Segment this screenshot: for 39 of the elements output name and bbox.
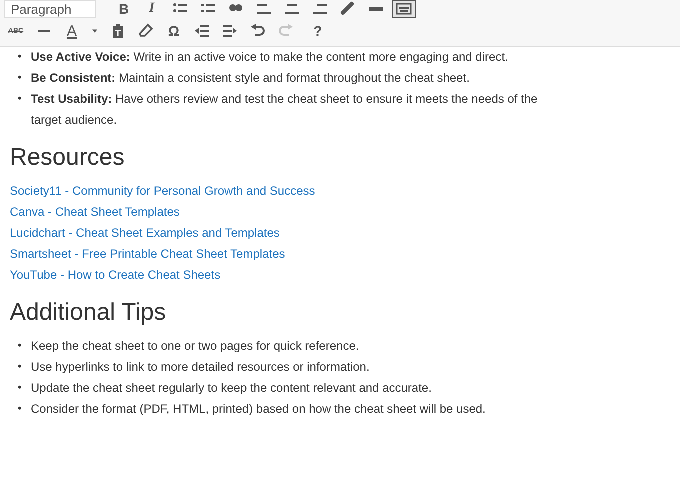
- align-left-icon: [256, 1, 272, 17]
- list-item: Be Consistent: Maintain a consistent style and format throughout the cheat sheet.: [31, 70, 470, 87]
- bullet: •: [18, 381, 23, 396]
- outdent-icon: [194, 23, 210, 39]
- align-center-icon: [284, 1, 300, 17]
- italic-button[interactable]: I: [140, 0, 164, 18]
- horizontal-line-icon: [38, 30, 50, 32]
- indent-icon: [222, 23, 238, 39]
- undo-icon: [250, 23, 266, 39]
- eraser-icon: [138, 23, 154, 39]
- format-dropdown[interactable]: Paragraph: [4, 0, 96, 18]
- list-item: Test Usability: Have others review and test the cheat sheet to ensure it meets the needs of the target audience.: [31, 91, 538, 129]
- list-item: Use Active Voice: Write in an active voice to make the content more engaging and direct.: [31, 49, 508, 66]
- resource-link[interactable]: Lucidchart - Cheat Sheet Examples and Templates: [10, 223, 280, 244]
- list-item: Consider the format (PDF, HTML, printed) based on how the cheat sheet will be used.: [31, 401, 486, 418]
- help-button[interactable]: ?: [306, 19, 330, 43]
- bullet: •: [18, 402, 23, 417]
- bullet: •: [18, 71, 23, 86]
- keyboard-icon: [396, 1, 412, 17]
- resource-link[interactable]: Canva - Cheat Sheet Templates: [10, 202, 180, 223]
- special-character-button[interactable]: Ω: [162, 19, 186, 43]
- list-item: Use hyperlinks to link to more detailed resources or information.: [31, 359, 370, 376]
- bullet: •: [18, 50, 23, 65]
- clipboard-icon: [110, 23, 126, 39]
- bullet: •: [18, 92, 23, 107]
- bold-button[interactable]: B: [112, 0, 136, 18]
- list-item: Update the cheat sheet regularly to keep the content relevant and accurate.: [31, 380, 432, 397]
- align-right-icon: [312, 1, 328, 17]
- resource-link[interactable]: YouTube - How to Create Cheat Sheets: [10, 265, 221, 286]
- redo-icon: [278, 23, 294, 39]
- resource-link[interactable]: Society11 - Community for Personal Growth and Success: [10, 181, 316, 202]
- keyboard-button[interactable]: [392, 0, 416, 18]
- resource-link[interactable]: Smartsheet - Free Printable Cheat Sheet Templates: [10, 244, 286, 265]
- text-color-button[interactable]: A: [60, 19, 84, 43]
- list-item: Keep the cheat sheet to one or two pages for quick reference.: [31, 338, 360, 355]
- section-heading: Resources: [10, 143, 126, 173]
- section-heading: Additional Tips: [10, 298, 168, 328]
- bullet: •: [18, 339, 23, 354]
- bullet: •: [18, 360, 23, 375]
